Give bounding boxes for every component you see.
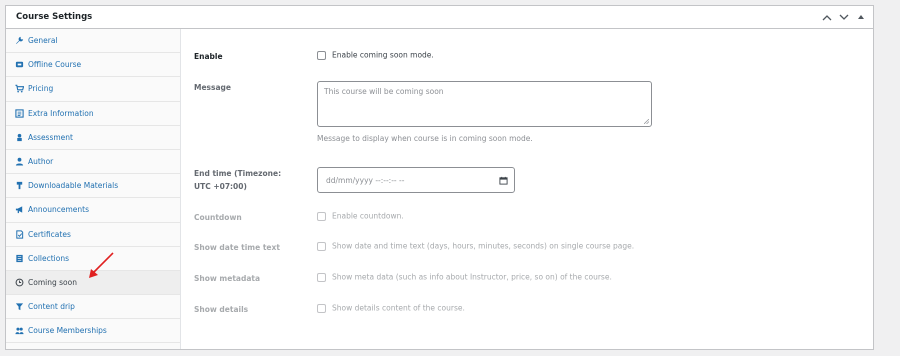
annotation-arrow-icon	[89, 252, 114, 278]
user-icon	[14, 157, 24, 167]
sidebar-item-certificates[interactable]: Certificates	[6, 223, 180, 247]
sidebar-item-label: Announcements	[28, 205, 89, 215]
sidebar-item-label: General	[28, 36, 58, 46]
show-details-field: Show details content of the course.	[317, 303, 465, 313]
message-description: Message to display when course is in com…	[317, 134, 533, 143]
panel-title: Course Settings	[16, 12, 93, 22]
sidebar-item-label: Pricing	[28, 84, 54, 94]
chevron-up-icon	[822, 14, 831, 20]
sidebar-item-label: Downloadable Materials	[28, 181, 119, 191]
course-settings-panel: Course Settings General Offline Course P…	[5, 5, 874, 350]
message-label: Message	[194, 83, 231, 92]
show-metadata-label: Show metadata	[194, 274, 261, 283]
move-down-button[interactable]	[837, 10, 850, 24]
collection-icon	[14, 253, 24, 263]
show-date-time-text-checkbox[interactable]	[317, 241, 326, 251]
enable-checkbox-label: Enable coming soon mode.	[332, 50, 434, 60]
sidebar-item-label: Coming soon	[28, 277, 77, 287]
triangle-up-icon	[857, 15, 864, 19]
offline-icon	[14, 60, 24, 70]
settings-content: Enable Enable coming soon mode. Message …	[182, 29, 873, 349]
show-date-time-text-label: Show date time text	[194, 243, 280, 252]
end-time-input[interactable]: dd/mm/yyyy --:--:-- --	[317, 167, 515, 193]
move-up-button[interactable]	[820, 10, 833, 24]
sidebar-item-content-drip[interactable]: Content drip	[6, 295, 180, 320]
sidebar-item-general[interactable]: General	[6, 29, 180, 54]
sidebar-item-course-memberships[interactable]: Course Memberships	[6, 319, 180, 344]
end-time-field: dd/mm/yyyy --:--:-- --	[317, 167, 515, 193]
show-details-label: Show details	[194, 305, 249, 314]
megaphone-icon	[14, 205, 24, 215]
message-placeholder: This course will be coming soon	[324, 87, 444, 96]
show-date-time-text-field: Show date and time text (days, hours, mi…	[317, 241, 634, 251]
enable-field: Enable coming soon mode.	[317, 50, 434, 60]
sidebar-item-assessment[interactable]: Assessment	[6, 126, 180, 150]
show-details-checkbox[interactable]	[317, 303, 326, 313]
sidebar-item-author[interactable]: Author	[6, 150, 180, 175]
sidebar-item-pricing[interactable]: Pricing	[6, 77, 180, 102]
countdown-checkbox-label: Enable countdown.	[332, 211, 404, 221]
calendar-icon[interactable]	[499, 176, 508, 185]
show-metadata-field: Show meta data (such as info about Instr…	[317, 272, 612, 282]
sidebar-item-label: Author	[28, 157, 54, 167]
show-metadata-checkbox-label: Show meta data (such as info about Instr…	[332, 272, 612, 282]
countdown-label: Countdown	[194, 213, 242, 222]
sidebar-item-label: Course Memberships	[28, 326, 107, 336]
assessment-icon	[14, 132, 24, 142]
sidebar-item-label: Collections	[28, 253, 70, 263]
message-textarea[interactable]: This course will be coming soon	[317, 81, 652, 127]
sidebar-item-label: Certificates	[28, 229, 71, 239]
enable-checkbox[interactable]	[317, 50, 326, 60]
filter-icon	[14, 302, 24, 312]
wrench-icon	[14, 36, 24, 46]
list-icon	[14, 108, 24, 118]
countdown-field: Enable countdown.	[317, 211, 404, 221]
sidebar-item-label: Extra Information	[28, 108, 94, 118]
download-icon	[14, 181, 24, 191]
certificate-icon	[14, 229, 24, 239]
settings-sidebar: General Offline Course Pricing Extra Inf…	[6, 29, 181, 349]
show-details-checkbox-label: Show details content of the course.	[332, 303, 465, 313]
cart-icon	[14, 84, 24, 94]
countdown-checkbox[interactable]	[317, 211, 326, 221]
sidebar-item-offline-course[interactable]: Offline Course	[6, 53, 180, 78]
sidebar-item-extra-information[interactable]: Extra Information	[6, 102, 180, 126]
clock-icon	[14, 277, 24, 287]
message-field: This course will be coming soon Message …	[317, 81, 652, 143]
show-date-time-text-checkbox-label: Show date and time text (days, hours, mi…	[332, 241, 635, 251]
sidebar-item-announcements[interactable]: Announcements	[6, 198, 180, 223]
header-controls	[820, 6, 867, 28]
end-time-label: End time (Timezone: UTC +07:00)	[194, 169, 282, 191]
sidebar-item-downloadable-materials[interactable]: Downloadable Materials	[6, 174, 180, 199]
sidebar-item-label: Assessment	[28, 132, 73, 142]
enable-label: Enable	[194, 52, 223, 61]
membership-icon	[14, 326, 24, 336]
toggle-panel-button[interactable]	[854, 10, 867, 24]
sidebar-item-label: Content drip	[28, 302, 75, 312]
resize-handle-icon[interactable]	[644, 119, 649, 124]
chevron-down-icon	[839, 14, 848, 20]
panel-header: Course Settings	[6, 6, 873, 29]
show-metadata-checkbox[interactable]	[317, 272, 326, 282]
end-time-placeholder: dd/mm/yyyy --:--:-- --	[326, 175, 405, 185]
sidebar-item-label: Offline Course	[28, 60, 82, 70]
